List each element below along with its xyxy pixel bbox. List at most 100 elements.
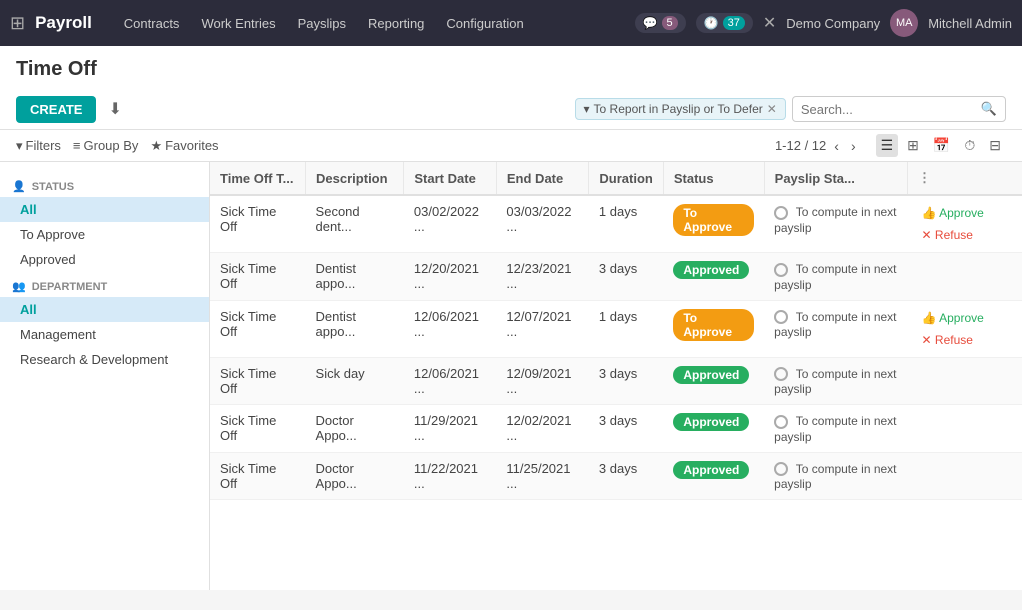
active-filter: ▾ To Report in Payslip or To Defer ✕: [575, 98, 786, 120]
sidebar-item-management[interactable]: Management: [0, 322, 209, 347]
pagination-next[interactable]: ›: [847, 136, 860, 156]
filter-bar: ▾ To Report in Payslip or To Defer ✕ 🔍: [575, 96, 1006, 122]
page-title: Time Off: [16, 54, 1006, 89]
nav-work-entries[interactable]: Work Entries: [191, 12, 285, 35]
refuse-button[interactable]: ✕ Refuse: [918, 331, 977, 349]
cell-start-date: 11/29/2021 ...: [404, 405, 497, 453]
filter-remove[interactable]: ✕: [767, 102, 777, 116]
radio-icon[interactable]: [774, 415, 788, 429]
create-button[interactable]: CREATE: [16, 96, 96, 123]
status-badge: Approved: [673, 413, 749, 431]
activity-view-button[interactable]: ⏱: [959, 134, 980, 157]
groupby-button[interactable]: ≡ Group By: [73, 138, 139, 153]
cell-payslip-status: To compute in next payslip: [764, 452, 907, 500]
page-toolbar: CREATE ⬇ ▾ To Report in Payslip or To De…: [16, 89, 1006, 129]
list-view-button[interactable]: ☰: [876, 134, 899, 157]
cell-payslip-status: To compute in next payslip: [764, 405, 907, 453]
grid-icon[interactable]: ⊞: [10, 13, 25, 34]
filters-button[interactable]: ▾ Filters: [16, 138, 61, 154]
cell-description: Dentist appo...: [306, 300, 404, 357]
table-row: Sick Time Off Doctor Appo... 11/22/2021 …: [210, 452, 1022, 500]
cell-status: Approved: [663, 357, 764, 405]
star-icon: ★: [150, 138, 162, 154]
col-payslip-status[interactable]: Payslip Sta...: [764, 162, 907, 195]
chat-badge-button[interactable]: 💬 5: [635, 13, 686, 33]
download-button[interactable]: ⬇: [104, 95, 125, 123]
groupby-icon: ≡: [73, 138, 81, 153]
col-status[interactable]: Status: [663, 162, 764, 195]
cell-status: Approved: [663, 452, 764, 500]
cell-row-actions: 👍 Approve ✕ Refuse: [908, 300, 1022, 357]
cell-duration: 3 days: [589, 452, 663, 500]
sidebar-item-research[interactable]: Research & Development: [0, 347, 209, 372]
chat-count: 5: [662, 16, 678, 30]
sidebar-item-dept-all[interactable]: All: [0, 297, 209, 322]
pivot-view-button[interactable]: ⊟: [984, 134, 1006, 157]
radio-icon[interactable]: [774, 310, 788, 324]
approve-button[interactable]: 👍 Approve: [918, 309, 988, 327]
approve-button[interactable]: 👍 Approve: [918, 204, 988, 222]
favorites-button[interactable]: ★ Favorites: [150, 138, 218, 154]
cell-type: Sick Time Off: [210, 405, 306, 453]
cell-row-actions: [908, 452, 1022, 500]
cell-type: Sick Time Off: [210, 300, 306, 357]
cell-type: Sick Time Off: [210, 452, 306, 500]
cell-duration: 1 days: [589, 300, 663, 357]
radio-icon[interactable]: [774, 263, 788, 277]
cell-status: To Approve: [663, 300, 764, 357]
app-brand[interactable]: Payroll: [35, 13, 92, 33]
cell-end-date: 12/23/2021 ...: [496, 253, 589, 301]
col-duration[interactable]: Duration: [589, 162, 663, 195]
nav-payslips[interactable]: Payslips: [288, 12, 356, 35]
col-end-date[interactable]: End Date: [496, 162, 589, 195]
avatar[interactable]: MA: [890, 9, 918, 37]
radio-icon[interactable]: [774, 462, 788, 476]
cell-type: Sick Time Off: [210, 195, 306, 253]
payslip-status-text: To compute in next payslip: [774, 310, 896, 340]
cell-type: Sick Time Off: [210, 253, 306, 301]
search-input[interactable]: [801, 102, 977, 117]
radio-icon[interactable]: [774, 367, 788, 381]
nav-configuration[interactable]: Configuration: [436, 12, 533, 35]
cell-start-date: 12/06/2021 ...: [404, 357, 497, 405]
sidebar: 👤 STATUS All To Approve Approved 👥 DEPAR…: [0, 162, 210, 590]
status-section-icon: 👤: [12, 180, 26, 193]
row-actions: 👍 Approve ✕ Refuse: [918, 309, 1012, 349]
sidebar-item-to-approve[interactable]: To Approve: [0, 222, 209, 247]
radio-icon[interactable]: [774, 206, 788, 220]
sidebar-item-status-all[interactable]: All: [0, 197, 209, 222]
department-section-title: 👥 DEPARTMENT: [0, 272, 209, 297]
cell-type: Sick Time Off: [210, 357, 306, 405]
payslip-status-text: To compute in next payslip: [774, 462, 896, 492]
nav-contracts[interactable]: Contracts: [114, 12, 190, 35]
cell-duration: 3 days: [589, 253, 663, 301]
clock-count: 37: [723, 16, 745, 30]
kanban-view-button[interactable]: ⊞: [902, 134, 924, 157]
filter-funnel-icon: ▾: [16, 138, 23, 154]
pagination: 1-12 / 12 ‹ › ☰ ⊞ 📅 ⏱ ⊟: [775, 134, 1006, 157]
calendar-view-button[interactable]: 📅: [928, 134, 955, 157]
cell-description: Dentist appo...: [306, 253, 404, 301]
pagination-prev[interactable]: ‹: [830, 136, 843, 156]
pagination-label: 1-12 / 12: [775, 138, 826, 153]
cell-start-date: 12/20/2021 ...: [404, 253, 497, 301]
more-options-icon[interactable]: ⋮: [918, 170, 931, 185]
close-icon[interactable]: ✕: [763, 13, 776, 33]
sidebar-item-approved[interactable]: Approved: [0, 247, 209, 272]
active-filter-label: To Report in Payslip or To Defer: [594, 102, 763, 116]
time-off-table: Time Off T... Description Start Date End…: [210, 162, 1022, 500]
cell-start-date: 11/22/2021 ...: [404, 452, 497, 500]
refuse-button[interactable]: ✕ Refuse: [918, 226, 977, 244]
col-type[interactable]: Time Off T...: [210, 162, 306, 195]
col-description[interactable]: Description: [306, 162, 404, 195]
nav-reporting[interactable]: Reporting: [358, 12, 434, 35]
cell-description: Sick day: [306, 357, 404, 405]
company-name[interactable]: Demo Company: [786, 16, 880, 31]
cell-end-date: 11/25/2021 ...: [496, 452, 589, 500]
payslip-status-text: To compute in next payslip: [774, 205, 896, 235]
cell-status: Approved: [663, 253, 764, 301]
cell-payslip-status: To compute in next payslip: [764, 300, 907, 357]
clock-badge-button[interactable]: 🕐 37: [696, 13, 753, 33]
cell-payslip-status: To compute in next payslip: [764, 357, 907, 405]
col-start-date[interactable]: Start Date: [404, 162, 497, 195]
